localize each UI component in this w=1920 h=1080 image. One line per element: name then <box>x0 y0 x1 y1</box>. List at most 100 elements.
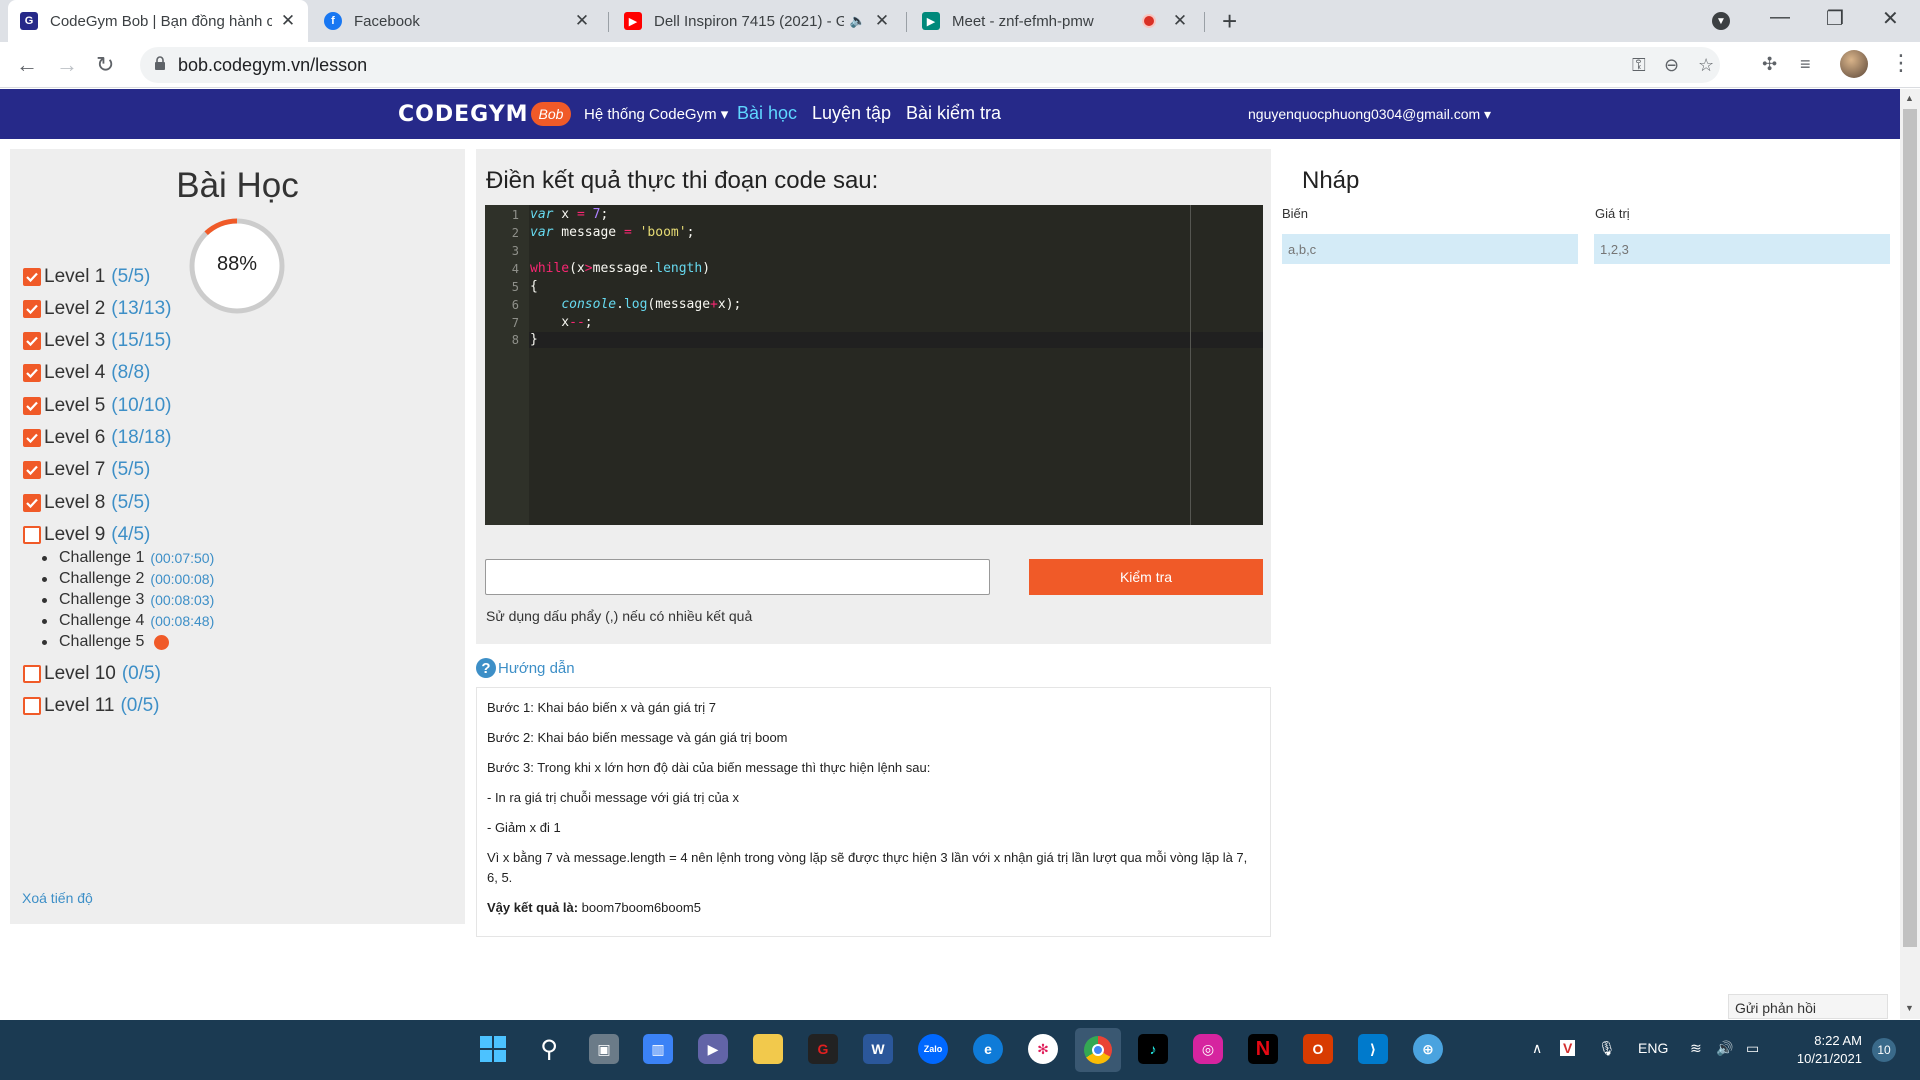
search-icon[interactable]: ⚲ <box>534 1034 564 1064</box>
level-name: Level 1 <box>44 266 106 287</box>
level-item[interactable]: Level 3 (15/15) <box>23 330 171 352</box>
variable-column-label: Biến <box>1282 206 1309 221</box>
value-input[interactable] <box>1594 234 1890 264</box>
variable-input[interactable] <box>1282 234 1578 264</box>
scroll-up-icon[interactable]: ▲ <box>1905 93 1914 103</box>
system-clock[interactable]: 8:22 AM 10/21/2021 <box>1790 1032 1862 1068</box>
value-column-label: Giá trị <box>1595 206 1630 221</box>
level-item[interactable]: Level 1 (5/5) <box>23 266 150 288</box>
level-item[interactable]: Level 8 (5/5) <box>23 492 150 514</box>
tab-title: CodeGym Bob | Bạn đồng hành c <box>50 12 272 30</box>
code-editor[interactable]: 1 2 3 4 5 6 7 8 var x = 7; var message = 'boom'… <box>485 205 1263 525</box>
guide-toggle[interactable]: ? Hướng dẫn <box>476 658 575 678</box>
level-name: Level 3 <box>44 330 106 351</box>
nav-system[interactable]: Hệ thống CodeGym ▾ <box>584 105 728 123</box>
level-item[interactable]: Level 11 (0/5) <box>23 695 160 717</box>
user-menu[interactable]: nguyenquocphuong0304@gmail.com ▾ <box>1248 106 1491 123</box>
office-icon[interactable]: O <box>1303 1034 1333 1064</box>
battery-icon[interactable]: ▭ <box>1746 1040 1759 1057</box>
new-tab-icon[interactable]: + <box>1222 6 1237 37</box>
more-menu-icon[interactable]: ⋮ <box>1890 50 1912 76</box>
level-item[interactable]: Level 4 (8/8) <box>23 362 150 384</box>
level-item[interactable]: Level 2 (13/13) <box>23 298 171 320</box>
tray-overflow-icon[interactable]: ∧ <box>1532 1040 1542 1057</box>
zalo-icon[interactable]: Zalo <box>918 1034 948 1064</box>
network-globe-icon[interactable]: ⊕ <box>1413 1034 1443 1064</box>
microphone-icon[interactable]: 🎙 <box>1598 1040 1616 1057</box>
os-taskbar: ⚲ ▣ ▥ ▶ G W Zalo e ✻ ♪ ◎ N O ⟩ ⊕ ∧ V 🎙 E… <box>0 1020 1920 1080</box>
answer-input[interactable] <box>485 559 990 595</box>
level-item[interactable]: Level 5 (10/10) <box>23 395 171 417</box>
checked-checkbox-icon <box>23 429 41 447</box>
close-icon[interactable]: ✕ <box>280 11 296 31</box>
instagram-icon[interactable]: ◎ <box>1193 1034 1223 1064</box>
avatar[interactable] <box>1840 50 1868 78</box>
slack-icon[interactable]: ✻ <box>1028 1034 1058 1064</box>
tiktok-icon[interactable]: ♪ <box>1138 1034 1168 1064</box>
tab-meet[interactable]: ▶ Meet - znf-efmh-pmw ✕ <box>910 0 1200 42</box>
scrollbar-thumb[interactable] <box>1903 109 1917 947</box>
tab-codegym[interactable]: G CodeGym Bob | Bạn đồng hành c ✕ <box>8 0 308 42</box>
level-item[interactable]: Level 7 (5/5) <box>23 459 150 481</box>
url-text[interactable]: bob.codegym.vn/lesson <box>178 55 367 76</box>
scroll-down-icon[interactable]: ▼ <box>1905 1003 1914 1013</box>
restore-icon[interactable]: ❐ <box>1826 6 1844 31</box>
guide-step: Bước 3: Trong khi x lớn hơn độ dài của b… <box>487 760 931 775</box>
check-button[interactable]: Kiểm tra <box>1029 559 1263 595</box>
media-control-icon[interactable]: ≡ <box>1800 54 1811 75</box>
vivaldi-tray-icon[interactable]: V <box>1560 1040 1576 1056</box>
file-explorer-icon[interactable] <box>753 1034 783 1064</box>
close-icon[interactable]: ✕ <box>574 11 590 31</box>
nav-practice[interactable]: Luyện tập <box>812 103 891 124</box>
reload-icon[interactable]: ↻ <box>96 52 114 78</box>
reset-progress-link[interactable]: Xoá tiến độ <box>22 890 93 906</box>
tab-youtube[interactable]: ▶ Dell Inspiron 7415 (2021) - G 🔈 ✕ <box>612 0 902 42</box>
level-item[interactable]: Level 10 (0/5) <box>23 663 161 685</box>
wifi-icon[interactable]: ≋ <box>1690 1040 1702 1057</box>
challenge-item[interactable]: Challenge 3 (00:08:03) <box>42 591 214 609</box>
minimize-icon[interactable]: — <box>1770 6 1790 29</box>
window-close-icon[interactable]: ✕ <box>1882 6 1899 31</box>
language-indicator[interactable]: ENG <box>1638 1040 1668 1056</box>
vscode-icon[interactable]: ⟩ <box>1358 1034 1388 1064</box>
level-name: Level 8 <box>44 492 106 513</box>
level-item[interactable]: Level 6 (18/18) <box>23 427 171 449</box>
garena-icon[interactable]: G <box>808 1034 838 1064</box>
level-item[interactable]: Level 9 (4/5) <box>23 524 150 546</box>
close-icon[interactable]: ✕ <box>1172 11 1188 31</box>
widgets-icon[interactable]: ▥ <box>643 1034 673 1064</box>
netflix-icon[interactable]: N <box>1248 1034 1278 1064</box>
challenge-item[interactable]: Challenge 2 (00:00:08) <box>42 570 214 588</box>
code-line: { <box>530 279 538 294</box>
bookmark-star-icon[interactable]: ☆ <box>1698 55 1714 76</box>
back-icon[interactable]: ← <box>16 52 38 78</box>
zoom-icon[interactable]: ⊖ <box>1664 55 1679 76</box>
challenge-item[interactable]: Challenge 1 (00:07:50) <box>42 549 214 567</box>
nav-tests[interactable]: Bài kiểm tra <box>906 103 1001 124</box>
windows-start-icon[interactable] <box>478 1034 508 1064</box>
close-icon[interactable]: ✕ <box>874 11 890 31</box>
key-icon[interactable]: ⚿ <box>1632 55 1646 76</box>
speaker-icon[interactable]: 🔈 <box>850 13 866 29</box>
page-scrollbar[interactable]: ▲ ▼ <box>1900 89 1920 1019</box>
feedback-button[interactable]: Gửi phản hồi <box>1728 994 1888 1019</box>
challenge-item[interactable]: Challenge 4 (00:08:48) <box>42 612 214 630</box>
edge-icon[interactable]: e <box>973 1034 1003 1064</box>
challenge-name: Challenge 3 <box>59 591 145 608</box>
browser-toolbar: ← → ↻ bob.codegym.vn/lesson ⚿ ⊖ ☆ ✣ ≡ ⋮ <box>0 42 1920 88</box>
task-view-icon[interactable]: ▣ <box>589 1034 619 1064</box>
word-icon[interactable]: W <box>863 1034 893 1064</box>
address-bar[interactable]: bob.codegym.vn/lesson ⚿ ⊖ ☆ <box>140 47 1720 83</box>
chat-icon[interactable]: ▶ <box>698 1034 728 1064</box>
tab-search-icon[interactable]: ▼ <box>1712 12 1730 30</box>
nav-lessons[interactable]: Bài học <box>737 103 797 124</box>
chrome-icon[interactable] <box>1075 1028 1121 1072</box>
codegym-logo[interactable]: CODEGYM Bob <box>398 97 572 131</box>
challenge-item[interactable]: Challenge 5 <box>42 633 170 651</box>
extensions-icon[interactable]: ✣ <box>1762 54 1777 75</box>
forward-icon[interactable]: → <box>56 52 78 78</box>
tab-facebook[interactable]: f Facebook ✕ <box>312 0 602 42</box>
notification-badge[interactable]: 10 <box>1872 1038 1896 1062</box>
line-number: 5 <box>511 280 519 294</box>
volume-icon[interactable]: 🔊 <box>1716 1040 1733 1057</box>
